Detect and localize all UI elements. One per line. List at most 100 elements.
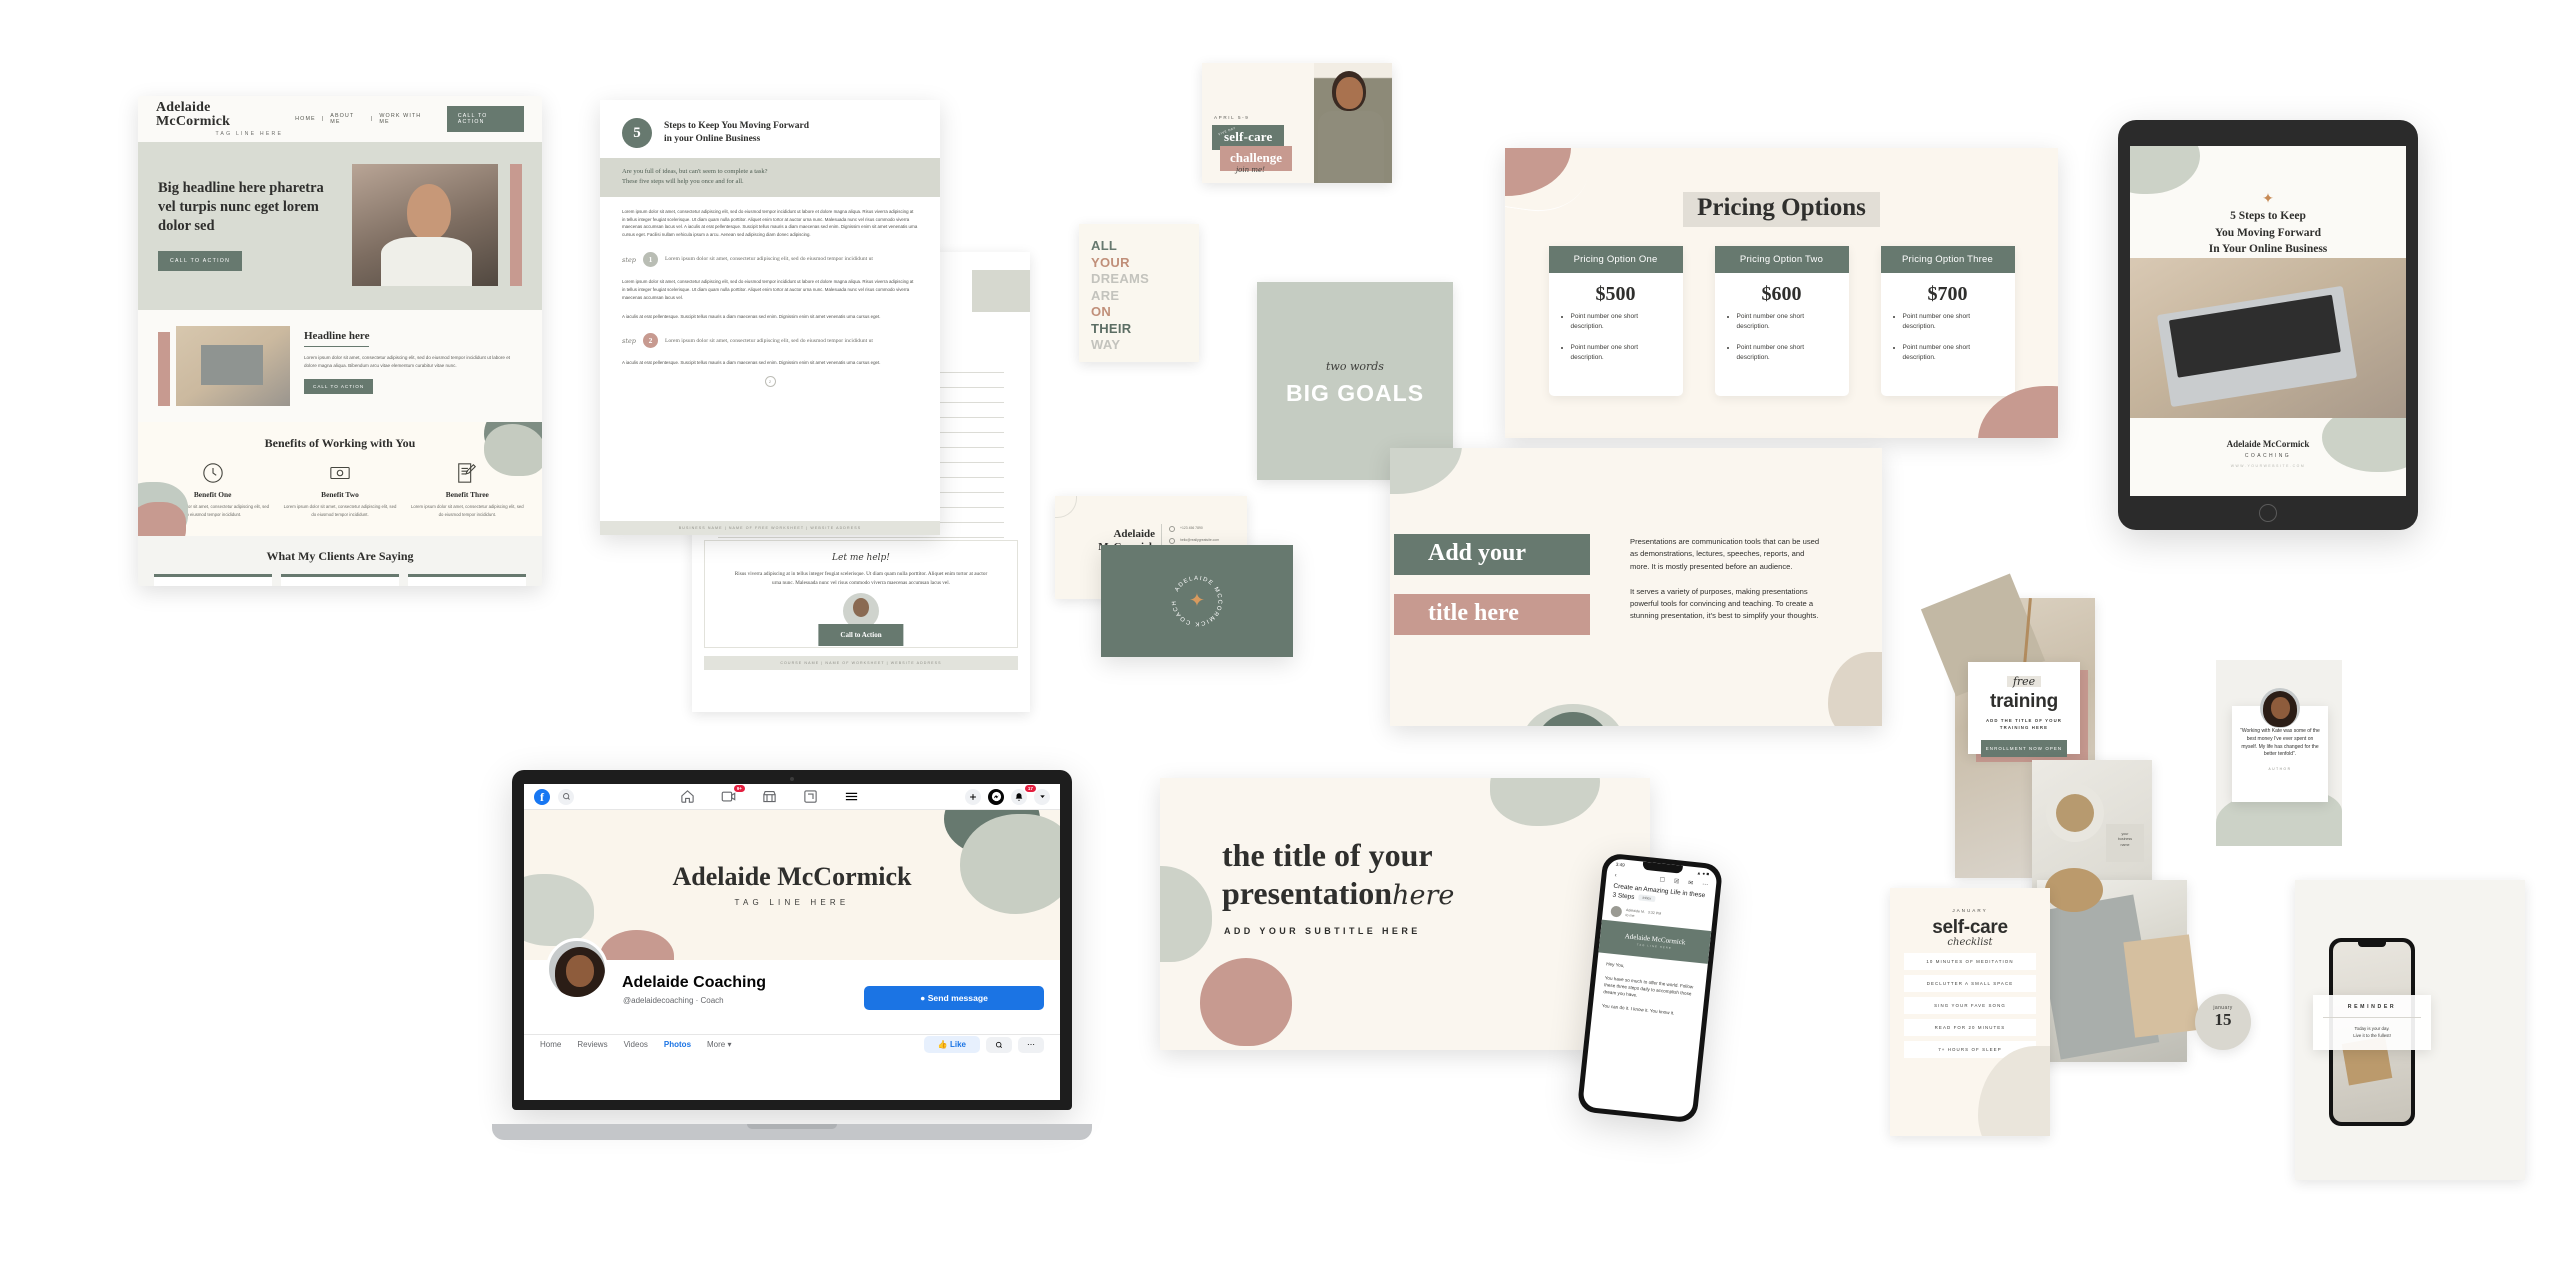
chevron-down-icon: ▾ xyxy=(727,1040,732,1049)
groups-icon[interactable] xyxy=(803,789,818,804)
pricing-card: Pricing Option Three $700 Point number o… xyxy=(1880,246,2015,396)
flatlay-image-three xyxy=(2034,868,2201,1062)
checklist-item[interactable]: READ FOR 20 MINUTES xyxy=(1904,1019,2036,1036)
testimonial-card: ”” Lorem ipsum dolor sit amet, consectet… xyxy=(281,574,399,586)
facebook-page: f 9+ 17 Adelaide McCormick TAG LINE HERE… xyxy=(524,784,1060,1100)
pricing-title-wrap: Pricing Options xyxy=(1505,192,2058,227)
dreams-line: YOUR xyxy=(1091,254,1130,270)
send-message-button[interactable]: ● Send message xyxy=(864,986,1044,1010)
website-nav-links: HOME | ABOUT ME | WORK WITH ME CALL TO A… xyxy=(295,106,524,132)
home-icon[interactable] xyxy=(680,789,695,804)
status-time: 3:49 xyxy=(1615,861,1625,868)
more-options-icon[interactable]: ⋯ xyxy=(1702,881,1709,889)
checklist-item[interactable]: 10 MINUTES OF MEDITATION xyxy=(1904,953,2036,970)
facebook-cover-photo: Adelaide McCormick TAG LINE HERE xyxy=(524,810,1060,960)
facebook-top-bar: f 9+ 17 xyxy=(524,784,1060,810)
training-cta-button[interactable]: ENROLLMENT NOW OPEN xyxy=(1981,739,2067,757)
tab-home[interactable]: Home xyxy=(540,1040,561,1049)
clock-icon xyxy=(202,462,224,484)
nav-link-work[interactable]: WORK WITH ME xyxy=(379,113,430,125)
chevron-down-icon[interactable] xyxy=(1034,788,1050,805)
reminder-phone-mockup: REMINDER Today is your day. Live it to t… xyxy=(2295,880,2525,1180)
worksheet-footer: BUSINESS NAME | NAME OF FREE WORKSHEET |… xyxy=(600,521,940,535)
checklist-item[interactable]: DECLUTTER A SMALL SPACE xyxy=(1904,975,2036,992)
quote-author: AUTHOR xyxy=(2268,767,2292,771)
facebook-logo-icon[interactable]: f xyxy=(534,788,550,805)
search-icon[interactable] xyxy=(558,788,574,805)
tab-reviews[interactable]: Reviews xyxy=(577,1040,607,1049)
dreams-line: THEIR xyxy=(1091,320,1132,336)
date-day: 15 xyxy=(2214,1010,2232,1029)
nav-separator-1: | xyxy=(321,116,325,122)
video-icon[interactable]: 9+ xyxy=(721,785,745,804)
benefit-body: Lorem ipsum dolor sit amet, consectetur … xyxy=(410,504,524,517)
testimonial-card: ”” Lorem ipsum dolor sit amet, consectet… xyxy=(154,574,272,586)
messenger-icon: ● xyxy=(920,993,926,1003)
laptop-mockup: f 9+ 17 Adelaide McCormick TAG LINE HERE… xyxy=(492,770,1092,1140)
phone-email-mockup: 3:49 ▲ ● ■ ‹ ☐ ☒ ✉ ⋯ Create an Amazing L… xyxy=(1576,852,1724,1124)
pricing-point: Point number one short description. xyxy=(1737,343,1835,364)
pricing-card-price: $500 xyxy=(1595,283,1636,305)
big-goals-script: two words xyxy=(1326,360,1384,373)
ebook-signature: Adelaide McCormick COACHING WWW.YOURWEBS… xyxy=(2130,439,2406,468)
worksheet-title-line2: in your Online Business xyxy=(664,134,761,144)
delete-icon[interactable]: ☒ xyxy=(1673,878,1679,886)
email-body: Hey You, You have so much to offer the w… xyxy=(1592,953,1708,1027)
nav-link-home[interactable]: HOME xyxy=(295,116,316,122)
step-heading: Lorem ipsum dolor sit amet, consectetur … xyxy=(664,337,873,344)
step-heading: Lorem ipsum dolor sit amet, consectetur … xyxy=(664,256,873,263)
worksheet-intro-band: Are you full of ideas, but can't seem to… xyxy=(600,158,940,197)
nav-link-about[interactable]: ABOUT ME xyxy=(330,113,365,125)
pricing-options-slide: Pricing Options Pricing Option One $500 … xyxy=(1505,148,2058,438)
tab-more[interactable]: More ▾ xyxy=(707,1040,731,1049)
step-label: step xyxy=(622,336,636,345)
ebook-cover-photo xyxy=(2130,258,2406,418)
reminder-line2: Live it to the fullest! xyxy=(2353,1033,2391,1039)
slide-body-text: Presentations are communication tools th… xyxy=(1630,536,1820,623)
back-icon[interactable]: ‹ xyxy=(1614,872,1617,878)
tablet-mockup: ✦ 5 Steps to Keep You Moving Forward In … xyxy=(2118,120,2418,530)
create-plus-icon[interactable] xyxy=(965,788,981,805)
benefit-body: Lorem ipsum dolor sit amet, consectetur … xyxy=(283,504,397,517)
pricing-card-price: $600 xyxy=(1761,283,1802,305)
website-mockup: Adelaide McCormick TAG LINE HERE HOME | … xyxy=(138,96,542,586)
training-headline: training xyxy=(1989,691,2059,712)
quote-text: “Working with Kate was some of the best … xyxy=(2240,728,2320,758)
pricing-card-price: $700 xyxy=(1927,283,1968,305)
tab-photos[interactable]: Photos xyxy=(664,1040,691,1049)
worksheet-help-card: Let me help! Risus viverra adipiscing at… xyxy=(692,540,1030,670)
pricing-point: Point number one short description. xyxy=(1571,312,1669,333)
like-button[interactable]: 👍 Like xyxy=(923,1036,980,1053)
band-line2: These five steps will help you once and … xyxy=(622,178,744,186)
help-cta-button[interactable]: Call to Action xyxy=(818,624,904,646)
free-training-card: free training ADD THE TITLE OF YOUR TRAIN… xyxy=(1968,662,2088,762)
section-cta-button[interactable]: CALL TO ACTION xyxy=(304,378,374,394)
self-care-checklist-card: JANUARY self-care checklist 10 MINUTES O… xyxy=(1890,888,2050,1136)
slide-paragraph-1: Presentations are communication tools th… xyxy=(1630,537,1820,571)
presentation-slide-body: Add your title here Presentations are co… xyxy=(1390,448,1882,726)
messenger-icon[interactable] xyxy=(988,788,1004,805)
thumbs-up-icon: 👍 xyxy=(937,1040,948,1049)
checklist-item[interactable]: SING YOUR FAVE SONG xyxy=(1904,997,2036,1014)
search-icon[interactable] xyxy=(986,1036,1012,1053)
hero-cta-button[interactable]: CALL TO ACTION xyxy=(158,251,243,272)
sparkle-icon: ✦ xyxy=(2262,190,2274,206)
home-button[interactable] xyxy=(2259,504,2277,522)
notifications-bell-icon[interactable]: 17 xyxy=(1011,784,1036,805)
cover-brand-name: Adelaide McCormick xyxy=(672,862,912,891)
pricing-card: Pricing Option Two $600 Point number one… xyxy=(1714,246,1849,396)
more-options-icon[interactable]: ⋯ xyxy=(1018,1036,1044,1053)
headline-image xyxy=(158,326,290,406)
marketplace-icon[interactable] xyxy=(762,789,777,804)
avatar[interactable] xyxy=(546,938,608,1000)
menu-icon[interactable] xyxy=(844,789,859,804)
testimonial-card: ”” Lorem ipsum dolor sit amet, consectet… xyxy=(408,574,526,586)
tab-videos[interactable]: Videos xyxy=(624,1040,648,1049)
website-hero: Big headline here pharetra vel turpis nu… xyxy=(138,142,542,310)
mail-icon[interactable]: ✉ xyxy=(1688,879,1694,886)
nav-cta-button[interactable]: CALL TO ACTION xyxy=(446,106,524,132)
date-badge: january 15 xyxy=(2195,994,2251,1050)
slide-title-line2: title here xyxy=(1394,594,1590,635)
pricing-point: Point number one short description. xyxy=(1737,312,1835,333)
archive-icon[interactable]: ☐ xyxy=(1659,876,1665,884)
